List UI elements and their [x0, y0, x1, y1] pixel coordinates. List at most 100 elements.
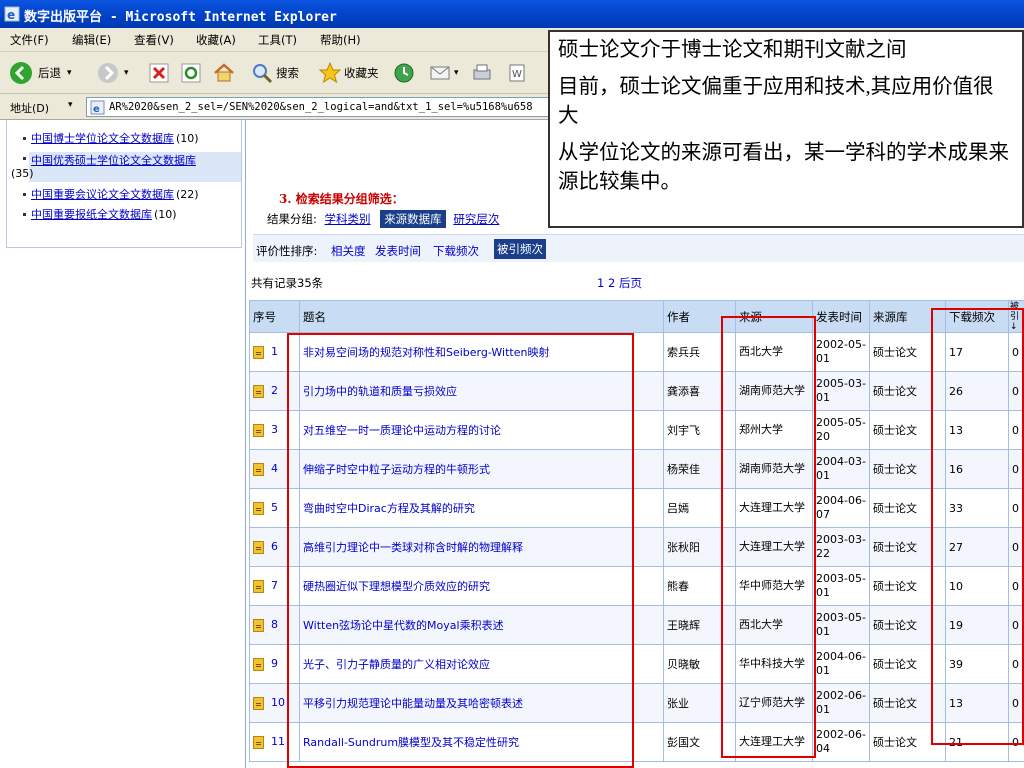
menu-tools[interactable]: 工具(T) — [258, 32, 297, 48]
nav-item-masters[interactable]: 中国优秀硕士学位论文全文数据库 (35) — [11, 152, 241, 182]
cell-author: 吕嫣 — [663, 488, 736, 528]
cell-downloads: 33 — [945, 488, 1009, 528]
result-title-link[interactable]: 光子、引力子静质量的广义相对论效应 — [303, 658, 490, 671]
window-title: 数字出版平台 - Microsoft Internet Explorer — [24, 10, 337, 25]
group-source-db-selected[interactable]: 来源数据库 — [380, 210, 446, 228]
cell-cited: 0 — [1008, 722, 1024, 762]
menu-help[interactable]: 帮助(H) — [320, 32, 361, 48]
callout-line-2: 目前，硕士论文偏重于应用和技术,其应用价值很大 — [558, 76, 994, 127]
cell-downloads: 19 — [945, 605, 1009, 645]
print-button[interactable] — [470, 60, 494, 86]
ie-logo-icon: e — [4, 6, 20, 22]
document-icon[interactable] — [253, 384, 264, 398]
result-title-link[interactable]: 硬热圈近似下理想模型介质效应的研究 — [303, 580, 490, 593]
cell-author: 张业 — [663, 683, 736, 723]
document-icon[interactable] — [253, 696, 264, 710]
result-title-link[interactable]: 弯曲时空中Dirac方程及其解的研究 — [303, 502, 475, 515]
cell-title: 非对易空间场的规范对称性和Seiberg-Witten映射 — [299, 332, 664, 372]
sort-downloads-link[interactable]: 下载频次 — [433, 243, 479, 259]
table-row: 3 对五维空一时一质理论中运动方程的讨论 刘宇飞 郑州大学 2005-05-20 硕士论文… — [249, 410, 1024, 450]
menu-file[interactable]: 文件(F) — [10, 32, 49, 48]
result-title-link[interactable]: Witten弦场论中星代数的Moyal乘积表述 — [303, 619, 504, 632]
callout-line-3: 从学位论文的来源可看出，某一学科的学术成果来源比较集中。 — [558, 142, 1009, 193]
cell-date: 2002-06-01 — [812, 683, 870, 723]
table-row: 1 非对易空间场的规范对称性和Seiberg-Witten映射 索兵兵 西北大学 200… — [249, 332, 1024, 372]
result-title-link[interactable]: 引力场中的轨道和质量亏损效应 — [303, 385, 457, 398]
nav-item-doctoral[interactable]: 中国博士学位论文全文数据库 (10) — [23, 132, 199, 145]
cell-downloads: 27 — [945, 527, 1009, 567]
document-icon[interactable] — [253, 423, 264, 437]
cell-seq: 8 — [249, 605, 300, 645]
table-header-row: 序号 题名 作者 来源 发表时间 来源库 下载频次 被引↓ — [249, 300, 1024, 333]
document-icon[interactable] — [253, 540, 264, 554]
cell-title: Randall-Sundrum膜模型及其不稳定性研究 — [299, 722, 664, 762]
sort-citations-selected[interactable]: 被引频次 — [494, 239, 546, 259]
cell-date: 2003-03-22 — [812, 527, 870, 567]
menu-edit[interactable]: 编辑(E) — [72, 32, 111, 48]
table-row: 10 平移引力规范理论中能量动量及其哈密顿表述 张业 辽宁师范大学 2002-06-01… — [249, 683, 1024, 723]
cell-title: 光子、引力子静质量的广义相对论效应 — [299, 644, 664, 684]
edit-button[interactable]: W — [506, 60, 528, 86]
menu-favorites[interactable]: 收藏(A) — [196, 32, 236, 48]
header-title: 题名 — [299, 300, 664, 333]
document-icon[interactable] — [253, 462, 264, 476]
document-icon[interactable] — [253, 657, 264, 671]
cell-source: 西北大学 — [735, 605, 813, 645]
header-date[interactable]: 发表时间 — [812, 300, 870, 333]
document-icon[interactable] — [253, 735, 264, 749]
header-cited[interactable]: 被引↓ — [1008, 300, 1024, 333]
chevron-down-icon[interactable]: ▾ — [68, 100, 73, 110]
cell-downloads: 16 — [945, 449, 1009, 489]
cell-source: 华中师范大学 — [735, 566, 813, 606]
cell-db: 硕士论文 — [869, 449, 946, 489]
history-button[interactable] — [392, 60, 416, 86]
document-icon[interactable] — [253, 345, 264, 359]
cell-author: 彭国文 — [663, 722, 736, 762]
group-level-link[interactable]: 研究层次 — [453, 212, 499, 226]
cell-date: 2005-03-01 — [812, 371, 870, 411]
cell-source: 湖南师范大学 — [735, 371, 813, 411]
document-icon[interactable] — [253, 618, 264, 632]
forward-button[interactable]: ▾ — [96, 60, 129, 86]
pager[interactable]: 1 2 后页 — [597, 275, 642, 291]
result-title-link[interactable]: Randall-Sundrum膜模型及其不稳定性研究 — [303, 736, 519, 749]
group-subject-link[interactable]: 学科类别 — [325, 212, 371, 226]
nav-item-conference[interactable]: 中国重要会议论文全文数据库 (22) — [23, 188, 199, 201]
result-title-link[interactable]: 对五维空一时一质理论中运动方程的讨论 — [303, 424, 501, 437]
document-icon[interactable] — [253, 579, 264, 593]
nav-item-newspaper[interactable]: 中国重要报纸全文数据库 (10) — [23, 208, 177, 221]
refresh-button[interactable] — [180, 60, 202, 86]
header-author: 作者 — [663, 300, 736, 333]
sort-label: 评价性排序: — [256, 244, 318, 258]
sort-bar: 评价性排序: 相关度 发表时间 下载频次 被引频次 — [253, 234, 1024, 262]
cell-db: 硕士论文 — [869, 410, 946, 450]
address-input[interactable]: e AR%2020&sen_2_sel=/SEN%2020&sen_2_logi… — [86, 97, 556, 117]
cell-date: 2005-05-20 — [812, 410, 870, 450]
mail-button[interactable]: ▾ — [428, 60, 459, 86]
menu-view[interactable]: 查看(V) — [134, 32, 174, 48]
search-button[interactable]: 搜索 — [250, 60, 299, 86]
result-title-link[interactable]: 非对易空间场的规范对称性和Seiberg-Witten映射 — [303, 346, 549, 359]
cell-downloads: 13 — [945, 410, 1009, 450]
table-row: 9 光子、引力子静质量的广义相对论效应 贝晓敏 华中科技大学 2004-06-01 硕士论… — [249, 644, 1024, 684]
cell-cited: 0 — [1008, 566, 1024, 606]
stop-button[interactable] — [148, 60, 170, 86]
home-button[interactable] — [212, 60, 236, 86]
filter-step-title: 3. 检索结果分组筛选： — [279, 192, 404, 206]
header-seq: 序号 — [249, 300, 300, 333]
cell-author: 张秋阳 — [663, 527, 736, 567]
back-button[interactable]: 后退 ▾ — [8, 60, 72, 86]
result-title-link[interactable]: 平移引力规范理论中能量动量及其哈密顿表述 — [303, 697, 523, 710]
favorites-button[interactable]: 收藏夹 — [318, 60, 379, 86]
table-row: 4 伸缩子时空中粒子运动方程的牛顿形式 杨荣佳 湖南师范大学 2004-03-01 硕士论… — [249, 449, 1024, 489]
sort-relevance-link[interactable]: 相关度 — [331, 243, 366, 259]
search-icon — [253, 64, 273, 84]
header-db[interactable]: 来源库 — [869, 300, 946, 333]
sort-date-link[interactable]: 发表时间 — [375, 243, 421, 259]
document-icon[interactable] — [253, 501, 264, 515]
cell-seq: 4 — [249, 449, 300, 489]
cell-title: 高维引力理论中一类球对称含时解的物理解释 — [299, 527, 664, 567]
result-title-link[interactable]: 高维引力理论中一类球对称含时解的物理解释 — [303, 541, 523, 554]
header-downloads[interactable]: 下载频次 — [945, 300, 1009, 333]
result-title-link[interactable]: 伸缩子时空中粒子运动方程的牛顿形式 — [303, 463, 490, 476]
